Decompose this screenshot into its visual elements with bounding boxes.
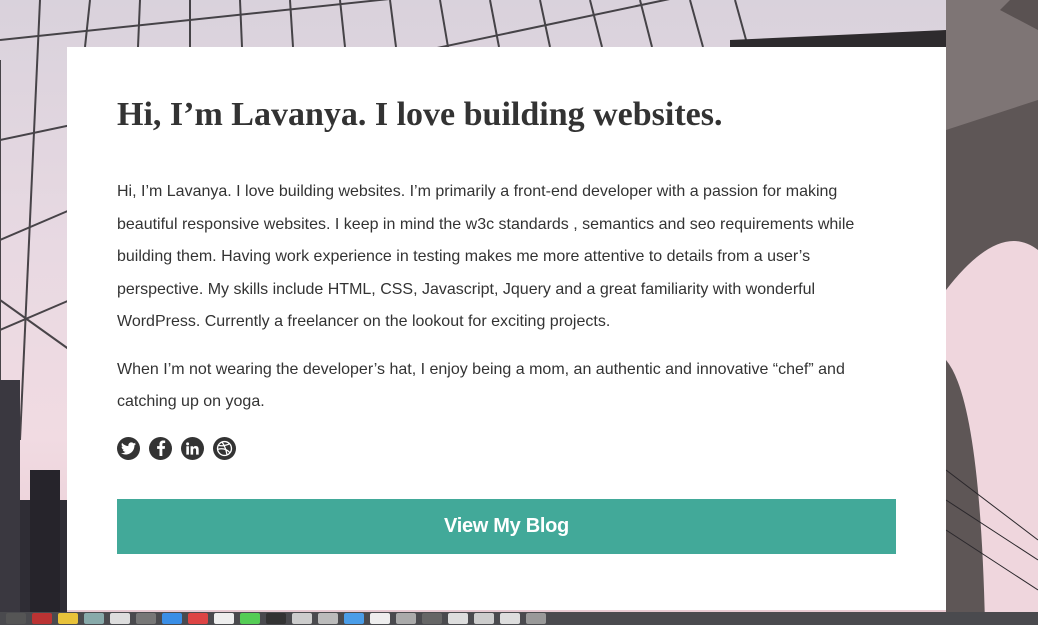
page-title: Hi, I’m Lavanya. I love building website…: [117, 96, 723, 133]
social-links: [117, 436, 896, 460]
dock-app-icon[interactable]: [110, 613, 130, 624]
dock-app-icon[interactable]: [32, 613, 52, 624]
dock-app-icon[interactable]: [214, 613, 234, 624]
dock-app-icon[interactable]: [318, 613, 338, 624]
dock-app-icon[interactable]: [448, 613, 468, 624]
dribbble-icon[interactable]: [213, 436, 236, 460]
dock-app-icon[interactable]: [84, 613, 104, 624]
dock-app-icon[interactable]: [370, 613, 390, 624]
dock-app-icon[interactable]: [500, 613, 520, 624]
dock-app-icon[interactable]: [526, 613, 546, 624]
facebook-icon[interactable]: [149, 436, 172, 460]
dock-app-icon[interactable]: [136, 613, 156, 624]
twitter-icon[interactable]: [117, 436, 140, 460]
dock-app-icon[interactable]: [422, 613, 442, 624]
dock-app-icon[interactable]: [58, 613, 78, 624]
bio-paragraph: Hi, I’m Lavanya. I love building website…: [117, 183, 855, 330]
dock-app-icon[interactable]: [162, 613, 182, 624]
dock-app-icon[interactable]: [266, 613, 286, 624]
dock-app-icon[interactable]: [292, 613, 312, 624]
hobbies-paragraph: When I’m not wearing the developer’s hat…: [117, 360, 845, 411]
dock-app-icon[interactable]: [344, 613, 364, 624]
view-blog-button[interactable]: View My Blog: [117, 498, 896, 554]
dock-app-icon[interactable]: [188, 613, 208, 624]
dock-bar: [0, 612, 1038, 625]
dock-app-icon[interactable]: [240, 613, 260, 624]
about-card: Hi, I’m Lavanya. I love building website…: [67, 47, 946, 610]
dock-app-icon[interactable]: [6, 613, 26, 624]
dock-app-icon[interactable]: [474, 613, 494, 624]
dock-app-icon[interactable]: [396, 613, 416, 624]
linkedin-icon[interactable]: [181, 436, 204, 460]
